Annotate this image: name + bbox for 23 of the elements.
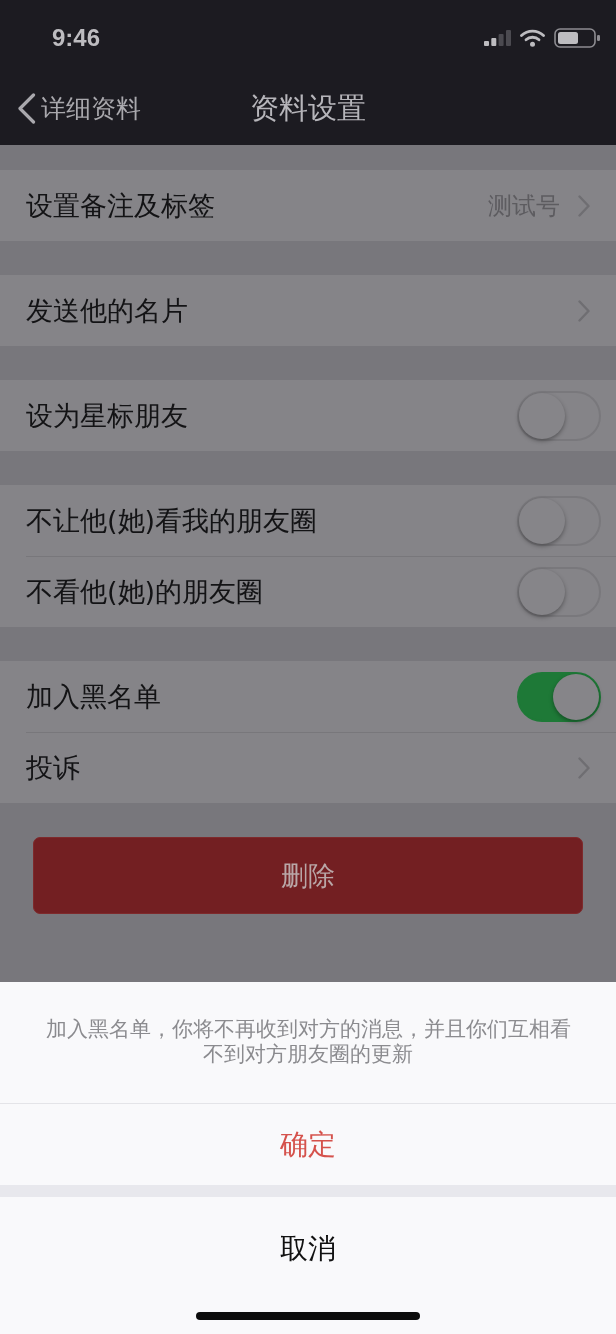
delete-button[interactable]: 删除: [33, 837, 583, 914]
toggle-switch[interactable]: [517, 566, 601, 617]
settings-row[interactable]: 投诉: [0, 732, 616, 803]
row-label: 设置备注及标签: [26, 188, 215, 223]
sheet-message: 加入黑名单，你将不再收到对方的消息，并且你们互相看不到对方朋友圈的更新: [44, 1017, 572, 1067]
row-label: 不看他(她)的朋友圈: [26, 574, 264, 609]
battery-icon: [554, 28, 600, 48]
toggle-switch[interactable]: [517, 671, 601, 722]
row-label: 设为星标朋友: [26, 398, 188, 433]
page-title: 资料设置: [250, 89, 366, 127]
confirm-button[interactable]: 确定: [0, 1104, 616, 1185]
row-label: 发送他的名片: [26, 293, 188, 328]
status-time: 9:46: [52, 24, 101, 52]
signal-icon: [484, 30, 511, 46]
toggle-switch[interactable]: [517, 390, 601, 441]
wifi-icon: [520, 29, 545, 47]
settings-row[interactable]: 发送他的名片: [0, 275, 616, 346]
row-label: 加入黑名单: [26, 679, 161, 714]
back-button[interactable]: 详细资料: [0, 85, 147, 132]
row-label: 不让他(她)看我的朋友圈: [26, 503, 318, 538]
row-label: 投诉: [26, 750, 80, 785]
toggle-switch[interactable]: [517, 495, 601, 546]
back-chevron-icon: [17, 93, 36, 124]
